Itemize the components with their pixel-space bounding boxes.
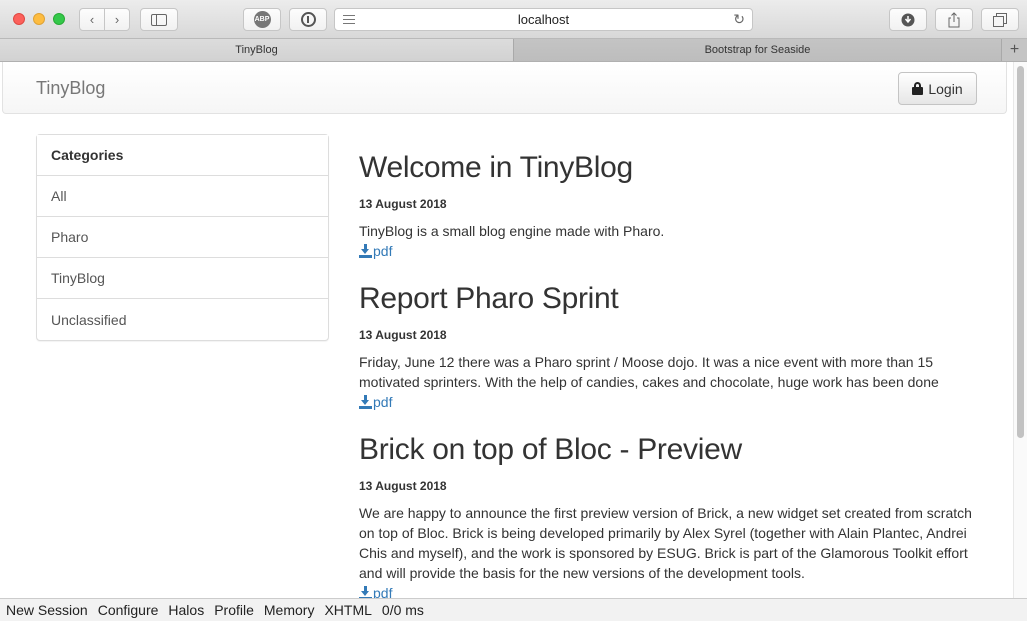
adblock-icon: ABP	[253, 11, 271, 28]
reload-icon[interactable]: ↻	[733, 11, 745, 28]
pdf-label: pdf	[373, 394, 393, 410]
scrollbar-thumb[interactable]	[1017, 66, 1024, 438]
login-button[interactable]: Login	[898, 72, 977, 105]
login-label: Login	[928, 80, 963, 97]
address-bar[interactable]: localhost ↻	[334, 8, 753, 31]
seaside-toolbar: New Session Configure Halos Profile Memo…	[0, 598, 1027, 621]
post-title: Report Pharo Sprint	[359, 282, 619, 315]
vertical-scrollbar[interactable]	[1013, 62, 1027, 598]
tab-tinyblog[interactable]: TinyBlog	[0, 39, 513, 61]
post-body: We are happy to announce the first previ…	[359, 505, 972, 581]
tab-bootstrap-for-seaside[interactable]: Bootstrap for Seaside	[513, 39, 1001, 61]
post-list: Welcome in TinyBlog 13 August 2018 TinyB…	[359, 148, 974, 598]
category-item-all[interactable]: All	[37, 176, 328, 217]
chevron-left-icon: ‹	[89, 12, 95, 27]
sidebar-icon	[151, 13, 167, 26]
share-button[interactable]	[935, 8, 973, 31]
configure-link[interactable]: Configure	[98, 602, 159, 618]
brand-link[interactable]: TinyBlog	[36, 78, 105, 99]
page-content: TinyBlog Login Categories All Pharo Tiny…	[0, 62, 1013, 598]
download-icon	[359, 395, 372, 409]
share-icon	[948, 11, 960, 27]
tab-bar: TinyBlog Bootstrap for Seaside +	[0, 39, 1027, 62]
post: Brick on top of Bloc - Preview 13 August…	[359, 430, 974, 598]
pdf-label: pdf	[373, 243, 393, 259]
pdf-label: pdf	[373, 585, 393, 598]
pdf-link[interactable]: pdf	[359, 392, 974, 412]
show-tabs-button[interactable]	[981, 8, 1019, 31]
category-item-unclassified[interactable]: Unclassified	[37, 299, 328, 340]
minimize-window-button[interactable]	[33, 13, 45, 25]
downloads-button[interactable]	[889, 8, 927, 31]
navbar: TinyBlog Login	[2, 62, 1007, 114]
profile-link[interactable]: Profile	[214, 602, 254, 618]
pdf-link[interactable]: pdf	[359, 583, 974, 598]
forward-button[interactable]: ›	[104, 8, 130, 31]
reader-icon[interactable]	[343, 15, 355, 27]
address-text: localhost	[517, 12, 570, 27]
xhtml-link[interactable]: XHTML	[324, 602, 371, 618]
memory-link[interactable]: Memory	[264, 602, 315, 618]
zoom-window-button[interactable]	[53, 13, 65, 25]
render-time: 0/0 ms	[381, 602, 424, 618]
post: Welcome in TinyBlog 13 August 2018 TinyB…	[359, 148, 974, 261]
category-item-tinyblog[interactable]: TinyBlog	[37, 258, 328, 299]
post-body: TinyBlog is a small blog engine made wit…	[359, 223, 665, 239]
category-item-pharo[interactable]: Pharo	[37, 217, 328, 258]
halos-link[interactable]: Halos	[168, 602, 204, 618]
post-title: Brick on top of Bloc - Preview	[359, 433, 742, 466]
back-button[interactable]: ‹	[79, 8, 105, 31]
post-body: Friday, June 12 there was a Pharo sprint…	[359, 354, 939, 390]
post-date: 13 August 2018	[359, 328, 447, 342]
post-date: 13 August 2018	[359, 197, 447, 211]
download-icon	[901, 13, 915, 26]
password-manager-button[interactable]	[289, 8, 327, 31]
post-date: 13 August 2018	[359, 479, 447, 493]
download-icon	[359, 586, 372, 598]
sidebar-toggle-button[interactable]	[140, 8, 178, 31]
categories-heading: Categories	[37, 135, 328, 176]
password-manager-icon	[300, 12, 316, 27]
categories-panel: Categories All Pharo TinyBlog Unclassifi…	[36, 134, 329, 341]
post-title: Welcome in TinyBlog	[359, 151, 633, 184]
lock-icon	[912, 82, 924, 95]
adblock-button[interactable]: ABP	[243, 8, 281, 31]
browser-toolbar: ‹ › ABP localhost ↻	[0, 0, 1027, 39]
new-tab-button[interactable]: +	[1001, 39, 1027, 61]
post: Report Pharo Sprint 13 August 2018 Frida…	[359, 279, 974, 412]
new-session-link[interactable]: New Session	[6, 602, 88, 618]
pdf-link[interactable]: pdf	[359, 241, 974, 261]
close-window-button[interactable]	[13, 13, 25, 25]
chevron-right-icon: ›	[114, 12, 120, 27]
tabs-overview-icon	[993, 12, 1007, 27]
download-icon	[359, 244, 372, 258]
